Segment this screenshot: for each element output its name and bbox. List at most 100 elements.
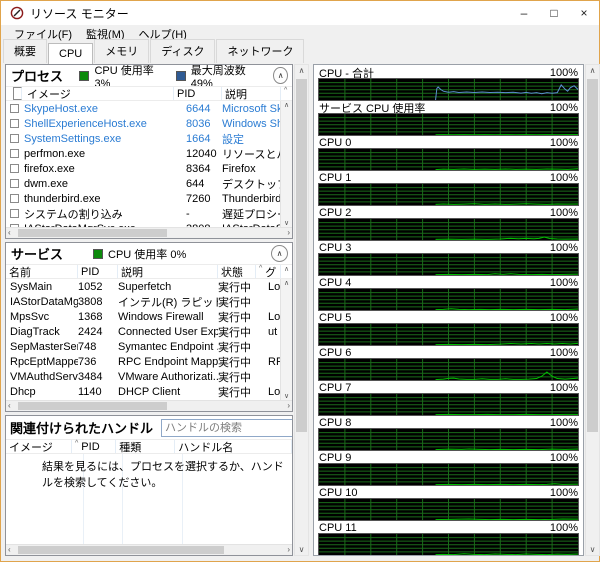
process-row[interactable]: firefox.exe8364Firefox [6, 161, 292, 176]
row-checkbox[interactable] [10, 134, 19, 143]
graph-max-label: 100% [550, 102, 578, 114]
column-image[interactable]: イメージ [6, 440, 72, 453]
left-pane-scrollbar[interactable]: ∧ ∨ [294, 64, 309, 556]
scroll-right-icon[interactable]: › [287, 545, 290, 554]
tab-メモリ[interactable]: メモリ [94, 39, 149, 63]
cpu-graph-block: CPU 0100% [319, 136, 578, 171]
graph-title: CPU - 合計 [319, 65, 374, 81]
service-row[interactable]: RpcEptMapper736RPC Endpoint Mapp...実行中RP [6, 354, 292, 369]
cpu-graph-block: CPU - 合計100% [319, 66, 578, 101]
process-row[interactable]: ShellExperienceHost.exe8036Windows Shell… [6, 116, 292, 131]
cpu-panel-scrollbar[interactable]: ∧ ∨ [585, 64, 600, 556]
scroll-down-icon[interactable]: ∨ [284, 219, 289, 227]
column-image[interactable]: イメージ [24, 87, 174, 100]
column-name[interactable]: 名前 [6, 265, 78, 278]
cpu-usage-chart [319, 219, 578, 240]
column-type[interactable]: 種類 [116, 440, 175, 453]
cpu-graph-block: サービス CPU 使用率100% [319, 101, 578, 136]
scroll-down-icon[interactable]: ∨ [284, 392, 289, 400]
column-state[interactable]: 状態 [218, 265, 256, 278]
service-row[interactable]: SysMain1052Superfetch実行中Lo [6, 279, 292, 294]
scrollbar-thumb[interactable] [18, 546, 224, 554]
row-checkbox[interactable] [10, 119, 19, 128]
handles-horizontal-scrollbar[interactable]: ‹ › [6, 544, 292, 555]
maximize-button[interactable]: □ [539, 1, 569, 25]
row-checkbox[interactable] [10, 104, 19, 113]
column-desc[interactable]: 説明 [118, 265, 218, 278]
scroll-up-icon[interactable]: ^ [281, 84, 292, 97]
scroll-right-icon[interactable]: › [287, 228, 290, 237]
column-handle-name[interactable]: ハンドル名 [175, 440, 292, 453]
process-row[interactable]: SystemSettings.exe1664設定 [6, 131, 292, 146]
row-checkbox[interactable] [10, 209, 19, 218]
scroll-down-icon[interactable]: ∨ [295, 545, 308, 554]
cpu-graph-block: CPU 4100% [319, 276, 578, 311]
tab-CPU[interactable]: CPU [48, 43, 93, 64]
scrollbar-thumb[interactable] [18, 402, 167, 410]
process-row[interactable]: dwm.exe644デスクトップ ウィンドウ マネージャー [6, 176, 292, 191]
row-checkbox[interactable] [10, 149, 19, 158]
cpu-usage-chart [319, 289, 578, 310]
graph-label: CPU 5100% [319, 311, 578, 324]
service-state: 実行中 [218, 369, 268, 385]
services-horizontal-scrollbar[interactable]: ‹ › [6, 400, 292, 411]
scroll-up-icon[interactable]: ∧ [586, 66, 599, 75]
graph-label: CPU 2100% [319, 206, 578, 219]
scroll-left-icon[interactable]: ‹ [8, 401, 11, 410]
column-desc[interactable]: 説明 [222, 87, 281, 100]
cpu-graph-block: CPU 5100% [319, 311, 578, 346]
process-vertical-scrollbar[interactable]: ∧ ∨ [280, 101, 292, 227]
services-collapse-button[interactable]: ∧ [271, 245, 288, 262]
service-row[interactable]: DiagTrack2424Connected User Exp...実行中ut [6, 324, 292, 339]
graph-max-label: 100% [550, 417, 578, 429]
scroll-left-icon[interactable]: ‹ [8, 545, 11, 554]
scroll-down-icon[interactable]: ∨ [586, 545, 599, 554]
process-row[interactable]: システムの割り込み-遅延プロシージャ呼び出しと割り込 [6, 206, 292, 221]
scroll-up-icon[interactable]: ∧ [281, 262, 292, 275]
row-checkbox[interactable] [10, 179, 19, 188]
legend-swatch [176, 71, 186, 81]
row-checkbox[interactable] [10, 164, 19, 173]
process-row[interactable]: SkypeHost.exe6644Microsoft Skype [6, 101, 292, 116]
tab-ネットワーク[interactable]: ネットワーク [216, 39, 304, 63]
scrollbar-thumb[interactable] [296, 79, 307, 432]
column-pid[interactable]: PID [78, 265, 118, 278]
scrollbar-thumb[interactable] [18, 229, 167, 237]
handle-search-input[interactable] [162, 422, 293, 434]
column-pid[interactable]: PID [78, 440, 116, 453]
service-row[interactable]: VMAuthdService3484VMware Authorizati...実… [6, 369, 292, 384]
process-collapse-button[interactable]: ∧ [273, 67, 288, 84]
scroll-right-icon[interactable]: › [287, 401, 290, 410]
process-row[interactable]: thunderbird.exe7260Thunderbird [6, 191, 292, 206]
process-horizontal-scrollbar[interactable]: ‹ › [6, 227, 292, 238]
graph-title: CPU 2 [319, 207, 351, 219]
scroll-up-icon[interactable]: ∧ [284, 101, 289, 109]
tab-概要[interactable]: 概要 [3, 39, 47, 63]
scroll-up-icon[interactable]: ∧ [284, 279, 289, 287]
select-all-checkbox[interactable] [13, 87, 22, 100]
row-checkbox[interactable] [10, 194, 19, 203]
cpu-usage-chart [319, 254, 578, 275]
service-state: 実行中 [218, 324, 268, 340]
graph-label: CPU - 合計100% [319, 66, 578, 79]
column-group[interactable]: グ [262, 265, 281, 278]
minimize-button[interactable]: – [509, 1, 539, 25]
service-row[interactable]: IAStorDataMgrSvc3808インテル(R) ラピッド・ス...実行中 [6, 294, 292, 309]
tab-ディスク[interactable]: ディスク [150, 39, 215, 63]
graph-title: CPU 1 [319, 172, 351, 184]
graph-max-label: 100% [550, 347, 578, 359]
scroll-up-icon[interactable]: ∧ [295, 66, 308, 75]
column-pid[interactable]: PID [174, 87, 222, 100]
process-rows: SkypeHost.exe6644Microsoft SkypeShellExp… [6, 101, 292, 227]
sort-asc-icon: ^ [256, 262, 262, 275]
scroll-left-icon[interactable]: ‹ [8, 228, 11, 237]
service-row[interactable]: Dhcp1140DHCP Client実行中Lo [6, 384, 292, 399]
services-vertical-scrollbar[interactable]: ∧ ∨ [280, 279, 292, 400]
process-section: プロセス CPU 使用率 3%最大周波数 49% ∧ イメージ PID 説明 ^… [5, 64, 293, 239]
scrollbar-thumb[interactable] [587, 79, 598, 432]
process-row[interactable]: perfmon.exe12040リソースとパフォーマンス モニター [6, 146, 292, 161]
handle-search-box: ↻ [161, 419, 293, 437]
service-row[interactable]: SepMasterService748Symantec Endpoint ...… [6, 339, 292, 354]
service-row[interactable]: MpsSvc1368Windows Firewall実行中Lo [6, 309, 292, 324]
close-button[interactable]: × [569, 1, 599, 25]
